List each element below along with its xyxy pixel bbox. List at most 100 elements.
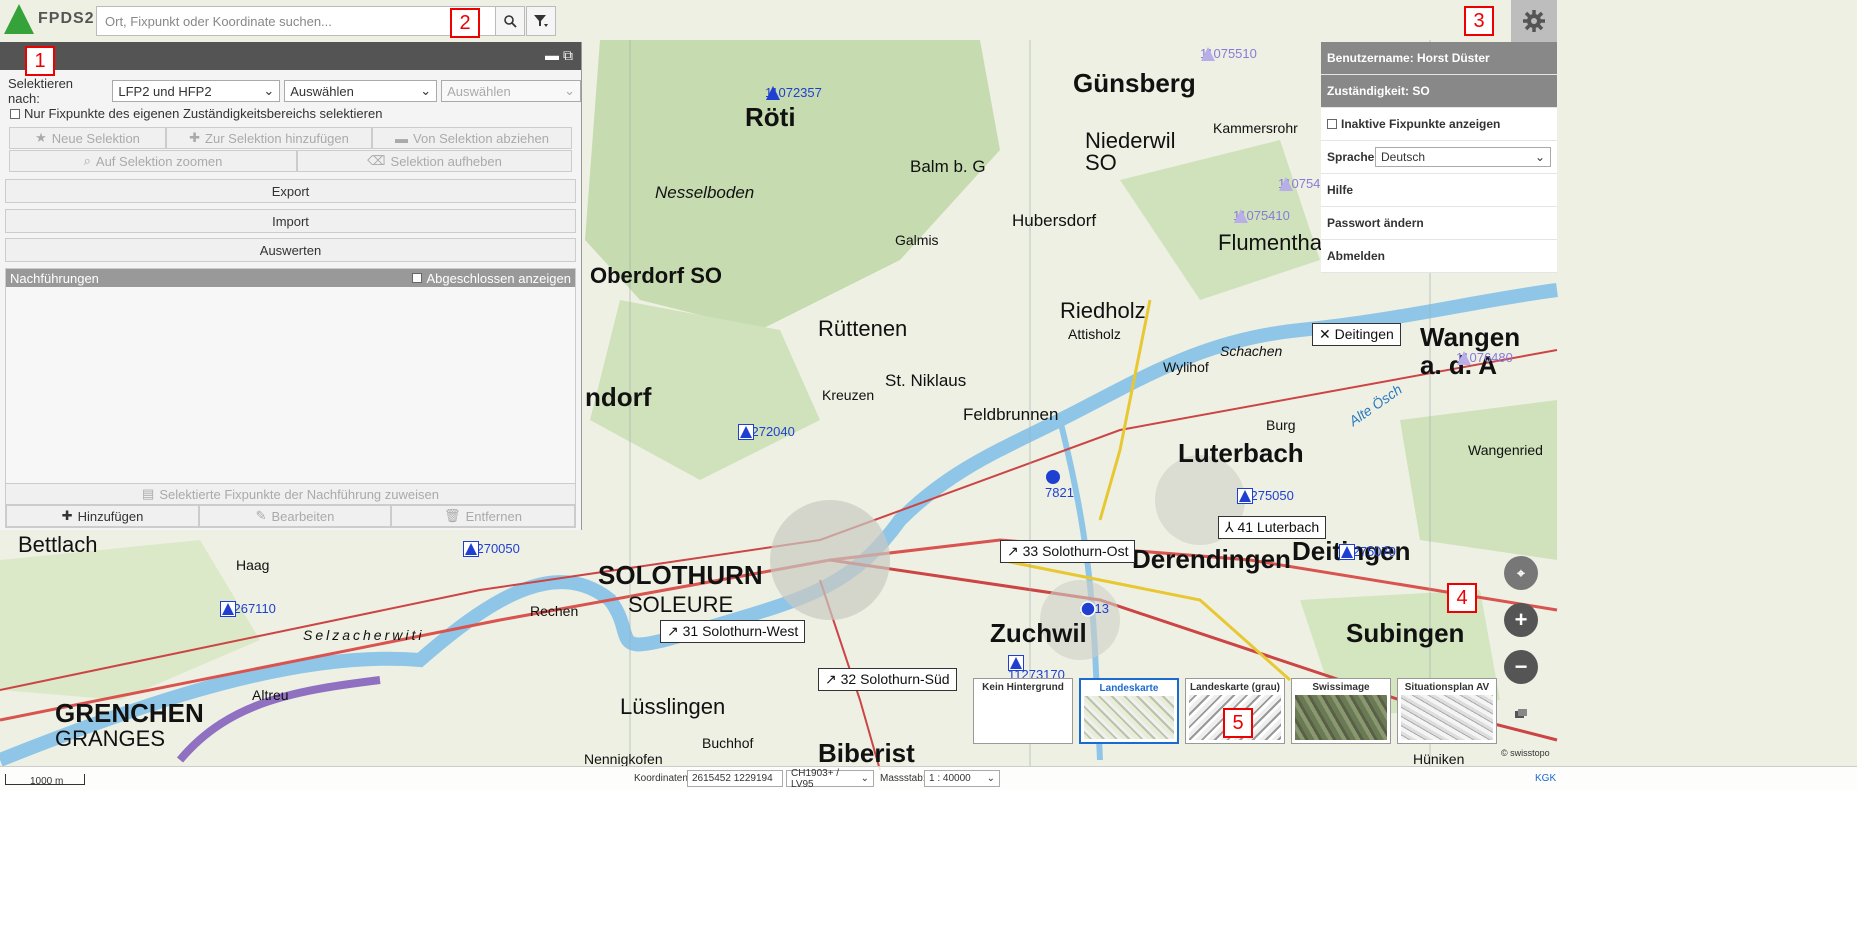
map-label-guensberg: Günsberg xyxy=(1073,68,1196,98)
fixpoint-triangle-boxed[interactable]: 11272040 xyxy=(738,424,795,440)
fixpoint-triangle[interactable]: 11076480 xyxy=(1456,350,1513,365)
map-label-ruettenen: Rüttenen xyxy=(818,316,908,341)
new-selection-button[interactable]: ★ Neue Selektion xyxy=(9,127,166,149)
exit-icon: ⅄ xyxy=(1225,519,1238,535)
map-label-feldbrunnen: Feldbrunnen xyxy=(963,405,1059,424)
scale-dropdown[interactable]: 1 : 40000 ⌄ xyxy=(924,770,1000,787)
add-to-selection-button[interactable]: ✚ Zur Selektion hinzufügen xyxy=(166,127,372,149)
background-situationsplan[interactable]: Situationsplan AV xyxy=(1397,678,1497,744)
inactive-fixpoints-checkbox[interactable] xyxy=(1327,119,1337,129)
background-label: Swissimage xyxy=(1312,682,1370,693)
fixpoint-triangle[interactable]: 11075510 xyxy=(1200,46,1257,61)
map-label-subingen: Subingen xyxy=(1346,618,1465,648)
kgk-link[interactable]: KGK xyxy=(1535,773,1556,784)
selection-button-row-1: ★ Neue Selektion ✚ Zur Selektion hinzufüge… xyxy=(9,127,572,149)
zoom-out-button[interactable]: − xyxy=(1504,650,1538,684)
status-bar: 1000 m Koordinaten: 2615452 1229194 CH19… xyxy=(0,766,1857,791)
map-label-wylihof: Wylihof xyxy=(1163,359,1209,375)
background-label: Landeskarte (grau) xyxy=(1189,682,1281,693)
fixpoint-label: 7821 xyxy=(1045,485,1074,500)
map-label-riedholz: Riedholz xyxy=(1060,298,1146,323)
exit-text: 41 Luterbach xyxy=(1237,519,1320,535)
fixpoint-circle[interactable]: 7821 xyxy=(1045,469,1074,500)
import-button[interactable]: Import xyxy=(5,209,576,233)
clear-selection-button[interactable]: ⌫ Selektion aufheben xyxy=(297,150,572,172)
map-label-galmis: Galmis xyxy=(895,232,939,248)
own-area-checkbox-row[interactable]: Nur Fixpunkte des eigenen Zuständigkeits… xyxy=(10,106,382,121)
map-label-selzacherwiti: Selzacherwiti xyxy=(303,627,425,643)
attribution[interactable]: © swisstopo xyxy=(1501,748,1550,758)
fixpoint-triangle[interactable]: 11072357 xyxy=(765,85,822,100)
search-icon xyxy=(504,15,517,28)
nachfuehrungen-list: Nachführungen Abgeschlossen anzeigen ▤ Se… xyxy=(5,268,576,528)
logout-menu-item[interactable]: Abmelden xyxy=(1321,240,1557,273)
add-button[interactable]: ✚ Hinzufügen xyxy=(6,505,199,527)
nachfuehrungen-actions: ▤ Selektierte Fixpunkte der Nachführung z… xyxy=(6,483,575,527)
search-button[interactable] xyxy=(495,6,525,36)
remove-from-selection-button[interactable]: ▬ Von Selektion abziehen xyxy=(372,127,572,149)
background-landeskarte[interactable]: Landeskarte xyxy=(1079,678,1179,744)
edit-label: Bearbeiten xyxy=(271,508,335,524)
map-label-luterbach: Luterbach xyxy=(1178,438,1304,468)
select-value-dropdown[interactable]: Auswählen ⌄ xyxy=(284,80,438,102)
crs-dropdown[interactable]: CH1903+ / LV95 ⌄ xyxy=(786,768,874,790)
select-type-dropdown[interactable]: LFP2 und HFP2 ⌄ xyxy=(112,80,281,102)
remove-from-selection-label: Von Selektion abziehen xyxy=(413,130,549,146)
coordinates-label: Koordinaten: xyxy=(634,773,691,784)
map-label-ndorf: ndorf xyxy=(585,382,652,412)
settings-button[interactable] xyxy=(1511,0,1557,42)
fixpoint-triangle-boxed[interactable]: 11275050 xyxy=(1237,488,1294,504)
coordinates-value: 2615452 1229194 xyxy=(687,770,783,787)
background-label: Kein Hintergrund xyxy=(982,682,1064,693)
new-selection-label: Neue Selektion xyxy=(51,130,140,146)
map-label-balm: Balm b. G xyxy=(910,157,986,176)
pencil-icon: ✎ xyxy=(255,508,267,523)
own-area-label: Nur Fixpunkte des eigenen Zuständigkeits… xyxy=(24,106,383,121)
map-label-soleure: SOLEURE xyxy=(628,592,734,617)
show-closed-toggle[interactable]: Abgeschlossen anzeigen xyxy=(412,271,571,286)
search-icon: ⌕ xyxy=(83,153,91,168)
help-menu-item[interactable]: Hilfe xyxy=(1321,174,1557,207)
minimize-icon[interactable]: ▬ xyxy=(545,47,559,63)
export-button[interactable]: Export xyxy=(5,179,576,203)
fixpoint-triangle-boxed[interactable]: 11267110 xyxy=(220,601,276,617)
delete-button[interactable]: 🗑 Entfernen xyxy=(391,505,575,527)
select-by-label: Selektieren nach: xyxy=(8,76,74,106)
assign-fixpoints-label: Selektierte Fixpunkte der Nachführung zu… xyxy=(159,486,439,502)
highway-exit-label: ✕ Deitingen xyxy=(1312,323,1401,346)
popout-icon[interactable]: ⧉ xyxy=(563,47,573,64)
eraser-icon: ⌫ xyxy=(367,153,386,168)
change-password-menu-item[interactable]: Passwort ändern xyxy=(1321,207,1557,240)
layers-icon[interactable] xyxy=(1514,708,1528,720)
exit-text: 31 Solothurn-West xyxy=(682,623,799,639)
clear-selection-label: Selektion aufheben xyxy=(390,153,502,169)
fixpoint-triangle[interactable]: 11075410 xyxy=(1233,208,1290,223)
select-type-value: LFP2 und HFP2 xyxy=(118,83,212,99)
inactive-fixpoints-toggle[interactable]: Inaktive Fixpunkte anzeigen xyxy=(1321,108,1557,141)
evaluate-button[interactable]: Auswerten xyxy=(5,238,576,262)
language-row: Sprache Deutsch ⌄ xyxy=(1321,141,1557,174)
filter-button[interactable] xyxy=(526,6,556,36)
fixpoint-triangle-boxed[interactable]: 11275070 xyxy=(1339,544,1396,560)
fixpoint-circle-group[interactable]: 2713 xyxy=(1080,601,1109,617)
select-value: Auswählen xyxy=(447,83,511,99)
locate-button[interactable]: ⌖ xyxy=(1504,556,1538,590)
assign-fixpoints-button[interactable]: ▤ Selektierte Fixpunkte der Nachführung z… xyxy=(6,483,575,505)
map-label-nennigkofen: Nennigkofen xyxy=(584,751,663,767)
zoom-to-selection-button[interactable]: ⌕ Auf Selektion zoomen xyxy=(9,150,297,172)
highway-exit-label: ↗ 32 Solothurn-Süd xyxy=(818,668,957,691)
search-input[interactable] xyxy=(96,6,496,36)
show-closed-checkbox[interactable] xyxy=(412,273,423,283)
layers-icon-svg xyxy=(1515,709,1527,718)
top-bar: FPDS2 xyxy=(0,0,1857,42)
background-none[interactable]: Kein Hintergrund xyxy=(973,678,1073,744)
edit-button[interactable]: ✎ Bearbeiten xyxy=(199,505,391,527)
fixpoint-triangle-boxed[interactable]: 11270050 xyxy=(463,541,520,557)
zoom-in-button[interactable]: + xyxy=(1504,603,1538,637)
map-label-biberist: Biberist xyxy=(818,738,915,768)
background-swissimage[interactable]: Swissimage xyxy=(1291,678,1391,744)
language-dropdown[interactable]: Deutsch ⌄ xyxy=(1375,147,1551,167)
own-area-checkbox[interactable] xyxy=(10,108,20,119)
fixpoint-circle-icon xyxy=(1046,470,1060,484)
blank-area xyxy=(0,790,1857,936)
